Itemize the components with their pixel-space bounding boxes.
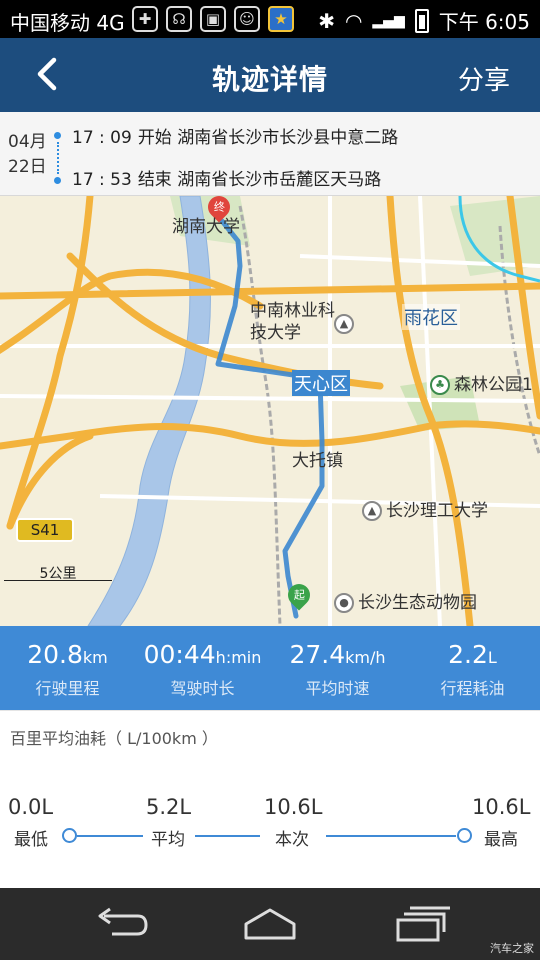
map-label-yuhua: 雨花区 xyxy=(402,304,460,330)
back-arrow-icon xyxy=(98,907,148,936)
stat-fuel: 2.2L 行程耗油 xyxy=(405,626,540,710)
map-base xyxy=(0,196,540,626)
map-label-hunan-university: 湖南大学 xyxy=(172,217,240,237)
fuel-max-label: 最高 xyxy=(484,830,518,850)
stat-speed-value: 27.4 xyxy=(289,640,346,669)
map-label-forestry-university: 中南林业科技大学 xyxy=(250,301,335,343)
stat-distance-label: 行驶里程 xyxy=(35,679,100,698)
fuel-max-value: 10.6L xyxy=(472,795,531,819)
map-label-tianxin: 天心区 xyxy=(292,370,350,396)
back-nav-button[interactable] xyxy=(90,906,150,942)
map-label-zoo: ● 长沙生态动物园 xyxy=(334,588,477,613)
carrier-label: 中国移动 4G xyxy=(10,11,125,35)
trip-end-time: 17 : 53 xyxy=(72,170,132,190)
share-button[interactable]: 分享 xyxy=(458,60,510,97)
star-app-icon: ★ xyxy=(268,6,294,32)
university-icon: ▲ xyxy=(334,314,354,334)
map-scale: 5公里 xyxy=(4,563,112,582)
recents-nav-button[interactable] xyxy=(392,906,452,942)
timeline-start-dot xyxy=(54,132,61,139)
home-icon xyxy=(244,908,296,940)
trip-end-label: 结束 xyxy=(137,170,172,190)
stat-distance-unit: km xyxy=(82,648,108,667)
zoo-name: 长沙生态动物园 xyxy=(358,593,477,613)
fuel-min-marker xyxy=(62,828,77,843)
wifi-icon: ◠ xyxy=(344,8,363,33)
system-nav-bar: 汽车之家 xyxy=(0,888,540,960)
fuel-max-marker xyxy=(457,828,472,843)
trip-month: 04月 xyxy=(8,132,47,152)
trip-stats: 20.8km 行驶里程 00:44h:min 驾驶时长 27.4km/h 平均时… xyxy=(0,626,540,710)
fuel-current-value: 10.6L xyxy=(264,795,323,819)
timeline-end-dot xyxy=(54,177,61,184)
trip-date: 04月 22日 xyxy=(8,130,47,180)
park-icon: ♣ xyxy=(430,375,450,395)
stat-duration: 00:44h:min 驾驶时长 xyxy=(135,626,270,710)
trip-start-address: 湖南省长沙市长沙县中意二路 xyxy=(177,128,399,148)
route-line xyxy=(215,218,325,619)
trip-info: 04月 22日 17 : 09 开始 湖南省长沙市长沙县中意二路 17 : 53 结… xyxy=(0,112,540,196)
fuel-avg-value: 5.2L xyxy=(146,795,192,819)
trip-day: 22日 xyxy=(8,157,47,177)
trip-end-row: 17 : 53 结束 湖南省长沙市岳麓区天马路 xyxy=(72,165,381,190)
status-bar: 中国移动 4G ✚ ☊ ▣ ☺ ★ ✱ ◠ ▂▄▆ 下午 6:05 xyxy=(0,0,540,38)
stat-distance-value: 20.8 xyxy=(27,640,83,669)
battery-icon xyxy=(414,8,429,33)
headset-icon: ☊ xyxy=(166,6,192,32)
fuel-scale-line xyxy=(195,835,260,837)
timeline-dots xyxy=(52,132,62,184)
timeline-connector xyxy=(57,142,59,174)
trip-start-label: 开始 xyxy=(137,128,172,148)
clock: 下午 6:05 xyxy=(438,10,530,34)
stat-fuel-value: 2.2 xyxy=(448,640,488,669)
trip-end-address: 湖南省长沙市岳麓区天马路 xyxy=(177,170,382,190)
stat-distance: 20.8km 行驶里程 xyxy=(0,626,135,710)
changsha-tech-name: 长沙理工大学 xyxy=(386,501,488,521)
recent-apps-icon xyxy=(396,906,450,942)
stat-duration-value: 00:44 xyxy=(143,640,216,669)
fuel-min-value: 0.0L xyxy=(8,795,54,819)
fuel-min-label: 最低 xyxy=(14,830,48,850)
fuel-scale-line xyxy=(77,835,143,837)
zoo-icon: ● xyxy=(334,593,354,613)
stat-speed: 27.4km/h 平均时速 xyxy=(270,626,405,710)
fuel-current-label: 本次 xyxy=(275,830,309,850)
fuel-scale-line xyxy=(326,835,456,837)
map-label-forest-park: ♣ 森林公园1 xyxy=(430,370,533,395)
map-label-datuo: 大托镇 xyxy=(292,451,343,471)
stat-duration-unit: h:min xyxy=(215,648,262,667)
system-status: ✱ ◠ ▂▄▆ 下午 6:05 xyxy=(318,6,530,35)
forest-park-name: 森林公园1 xyxy=(454,375,533,395)
route-map[interactable]: 终 起 湖南大学 中南林业科技大学 ▲ 雨花区 天心区 ♣ 森林公园1 大托镇 ▲… xyxy=(0,196,540,626)
bluetooth-icon: ✱ xyxy=(318,8,335,33)
fuel-avg-label: 平均 xyxy=(151,830,185,850)
signal-icon: ▂▄▆ xyxy=(372,12,405,29)
image-icon: ▣ xyxy=(200,6,226,32)
app-header: 轨迹详情 分享 xyxy=(0,38,540,112)
home-nav-button[interactable] xyxy=(240,906,300,942)
watermark: 汽车之家 xyxy=(490,942,534,955)
university-icon: ▲ xyxy=(362,501,382,521)
stat-speed-label: 平均时速 xyxy=(305,679,370,698)
plus-icon: ✚ xyxy=(132,6,158,32)
road-shield-s41: S41 xyxy=(16,518,74,542)
fuel-heading: 百里平均油耗（ L/100km ） xyxy=(10,729,218,748)
stat-duration-label: 驾驶时长 xyxy=(170,679,235,698)
fuel-consumption-panel: 百里平均油耗（ L/100km ） 0.0L 5.2L 10.6L 10.6L … xyxy=(0,710,540,888)
notification-icons: ✚ ☊ ▣ ☺ ★ xyxy=(132,5,294,33)
stat-speed-unit: km/h xyxy=(345,648,386,667)
map-label-changsha-tech: ▲ 长沙理工大学 xyxy=(362,496,488,521)
trip-start-time: 17 : 09 xyxy=(72,128,132,148)
chat-icon: ☺ xyxy=(234,6,260,32)
stat-fuel-unit: L xyxy=(487,648,497,667)
stat-fuel-label: 行程耗油 xyxy=(440,679,505,698)
start-pin-label: 起 xyxy=(293,589,305,602)
trip-start-row: 17 : 09 开始 湖南省长沙市长沙县中意二路 xyxy=(72,123,398,148)
